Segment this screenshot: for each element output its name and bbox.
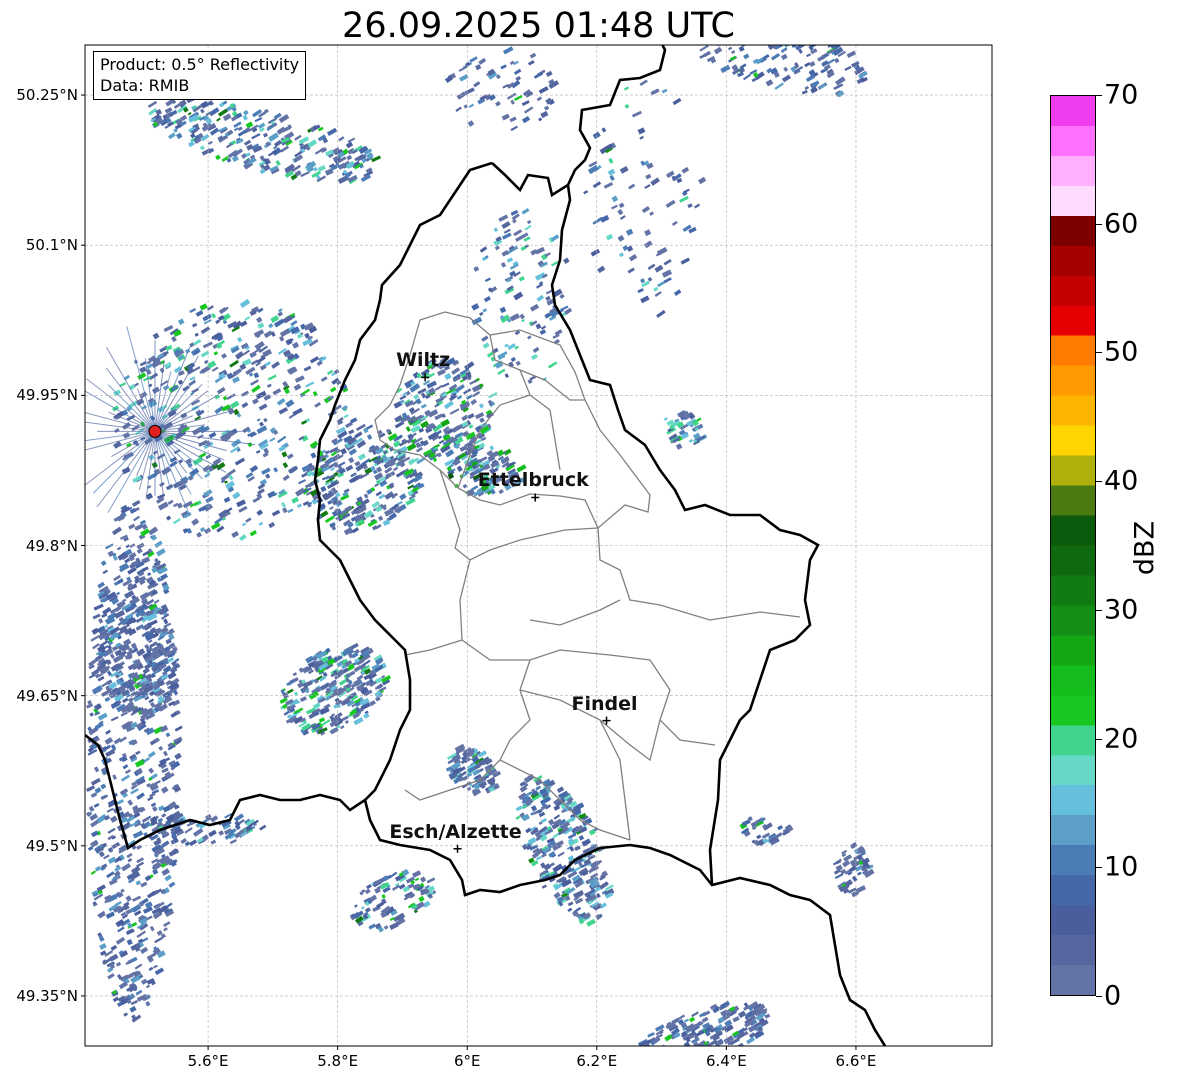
lon-label: 6°E — [453, 1052, 481, 1070]
colorbar-tick-label: 10 — [1104, 851, 1139, 883]
lon-label: 6.2°E — [576, 1052, 618, 1070]
lat-label: 49.65°N — [16, 686, 78, 705]
cantons-boundaries — [374, 311, 801, 841]
colorbar-tick-label: 20 — [1104, 723, 1139, 755]
colorbar-tick — [1096, 738, 1102, 740]
colorbar-tick — [1096, 867, 1102, 869]
city-label: Esch/Alzette — [389, 820, 522, 843]
lon-label: 6.6°E — [835, 1052, 877, 1070]
colorbar-tick-label: 60 — [1104, 208, 1139, 240]
colorbar-tick — [1096, 95, 1102, 96]
lon-label: 5.8°E — [317, 1052, 359, 1070]
colorbar-tick-label: 40 — [1104, 465, 1139, 497]
country-borders — [85, 45, 887, 1046]
lat-label: 49.5°N — [25, 836, 78, 855]
colorbar-tick-label: 70 — [1104, 79, 1139, 111]
city-label: Wiltz — [396, 349, 451, 372]
lat-label: 49.35°N — [16, 986, 78, 1005]
colorbar-label: dBZ — [1129, 520, 1161, 576]
city-label: Findel — [571, 692, 638, 715]
colorbar-tick-label: 30 — [1104, 594, 1139, 626]
lon-label: 6.4°E — [705, 1052, 747, 1070]
city-label: Ettelbruck — [477, 469, 589, 492]
grid-lines — [85, 45, 992, 1046]
lat-label: 50.1°N — [25, 236, 78, 255]
lat-label: 49.8°N — [25, 536, 78, 555]
product-label: Product: 0.5° Reflectivity — [100, 55, 300, 74]
product-info-box: Product: 0.5° Reflectivity Data: RMIB — [93, 51, 307, 100]
colorbar-tick — [1096, 481, 1102, 483]
colorbar-tick — [1096, 352, 1102, 354]
lon-label: 5.6°E — [187, 1052, 229, 1070]
colorbar-tick — [1096, 223, 1102, 225]
colorbar-tick-label: 0 — [1104, 980, 1122, 1012]
data-source-label: Data: RMIB — [100, 76, 190, 95]
colorbar — [1050, 95, 1096, 996]
lat-label: 49.95°N — [16, 386, 78, 405]
colorbar-tick — [1096, 996, 1102, 997]
colorbar-tick — [1096, 609, 1102, 611]
radar-site-marker — [148, 424, 162, 438]
lat-label: 50.25°N — [16, 86, 78, 105]
radar-map — [81, 44, 993, 1050]
colorbar-tick-label: 50 — [1104, 336, 1139, 368]
borders — [85, 45, 887, 1046]
